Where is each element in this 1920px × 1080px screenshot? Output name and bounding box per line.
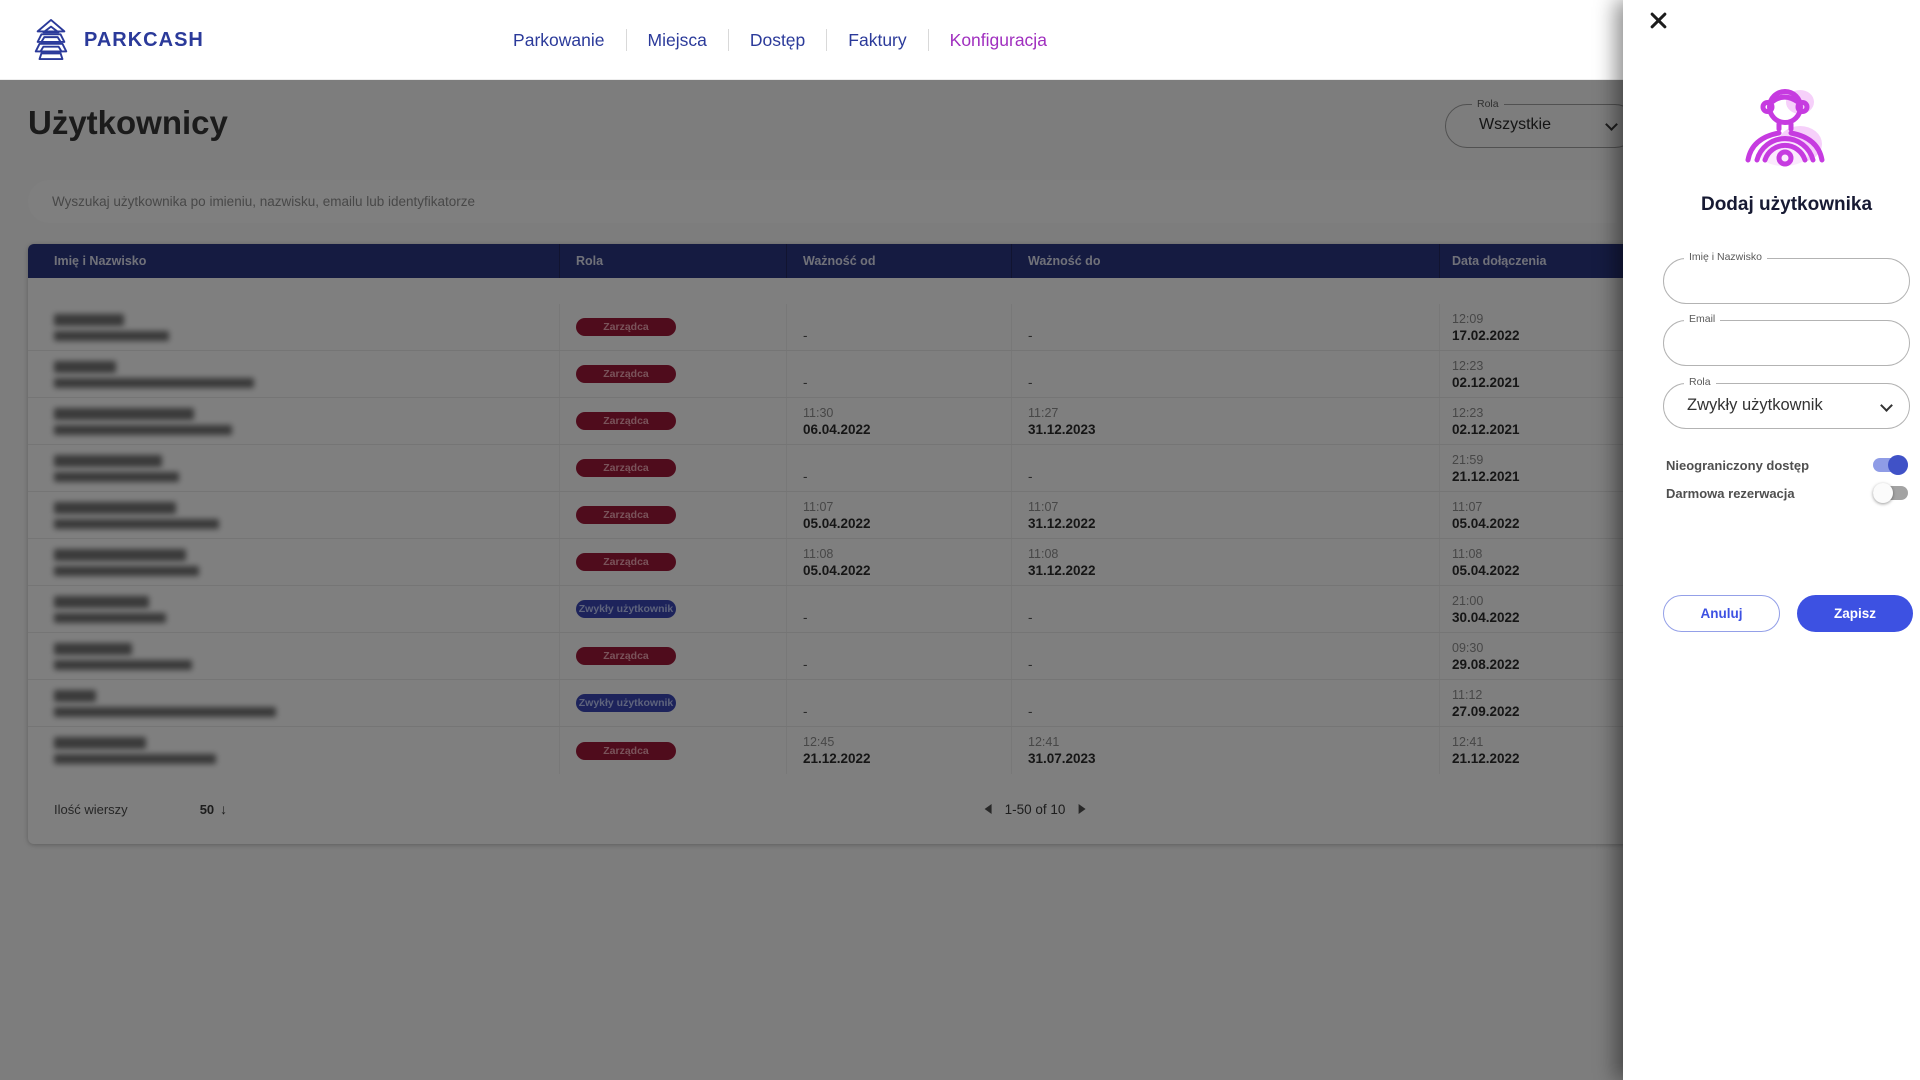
nav-item-parkowanie[interactable]: Parkowanie	[513, 30, 604, 51]
free-reservation-row: Darmowa rezerwacja	[1666, 480, 1910, 506]
name-field: Imię i Nazwisko	[1663, 258, 1910, 304]
free-reservation-label: Darmowa rezerwacja	[1666, 486, 1795, 501]
role-select-label: Rola	[1684, 376, 1716, 388]
email-input[interactable]	[1664, 321, 1909, 365]
nav-item-dostep[interactable]: Dostęp	[750, 30, 805, 51]
close-icon[interactable]	[1643, 5, 1673, 35]
nav-item-miejsca[interactable]: Miejsca	[648, 30, 707, 51]
role-select-value: Zwykły użytkownik	[1687, 396, 1823, 415]
email-field-label: Email	[1684, 313, 1720, 325]
driver-icon	[1738, 82, 1834, 176]
name-field-label: Imię i Nazwisko	[1684, 251, 1767, 263]
chevron-down-icon	[1880, 399, 1893, 412]
role-select[interactable]: Rola Zwykły użytkownik	[1663, 383, 1910, 429]
email-field: Email	[1663, 320, 1910, 366]
add-user-drawer: Dodaj użytkownika Imię i Nazwisko Email …	[1623, 0, 1920, 1080]
free-reservation-toggle[interactable]	[1873, 483, 1908, 503]
nav-item-konfiguracja[interactable]: Konfiguracja	[950, 30, 1047, 51]
unlimited-access-toggle[interactable]	[1873, 455, 1908, 475]
nav-separator	[626, 29, 627, 51]
app-screen: PARKCASH Parkowanie Miejsca Dostęp Faktu…	[0, 0, 1920, 1080]
name-input[interactable]	[1664, 259, 1909, 303]
main-nav: Parkowanie Miejsca Dostęp Faktury Konfig…	[0, 0, 1560, 80]
nav-item-faktury[interactable]: Faktury	[848, 30, 906, 51]
save-button[interactable]: Zapisz	[1797, 595, 1913, 632]
nav-separator	[728, 29, 729, 51]
unlimited-access-label: Nieograniczony dostęp	[1666, 458, 1809, 473]
unlimited-access-row: Nieograniczony dostęp	[1666, 452, 1910, 478]
nav-separator	[928, 29, 929, 51]
cancel-button[interactable]: Anuluj	[1663, 595, 1780, 632]
nav-separator	[826, 29, 827, 51]
drawer-title: Dodaj użytkownika	[1663, 194, 1910, 216]
